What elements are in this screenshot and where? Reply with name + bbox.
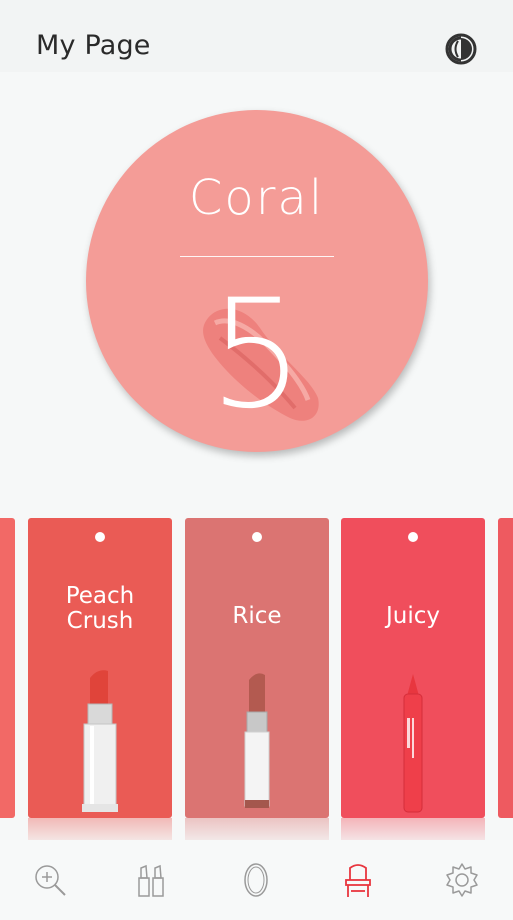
mirror-icon[interactable] <box>236 860 276 900</box>
card-edge-left[interactable] <box>0 518 15 818</box>
search-plus-icon[interactable] <box>30 860 70 900</box>
shade-number: 5 <box>208 268 305 442</box>
lipstick-card-rice[interactable]: Rice <box>185 518 329 850</box>
page-title: My Page <box>36 30 151 61</box>
shade-name: Coral <box>188 170 325 226</box>
card-edge-right[interactable] <box>498 518 513 818</box>
contrast-icon[interactable] <box>444 32 478 66</box>
lipstick-bullet-image <box>244 673 270 808</box>
lipsticks-icon[interactable] <box>131 860 171 900</box>
circle-divider <box>180 256 334 257</box>
lipstick-bullet-image <box>82 670 118 812</box>
lipstick-crayon-image <box>403 674 423 813</box>
lipstick-card-peach-crush[interactable]: Peach Crush <box>28 518 172 850</box>
lipstick-card-juicy[interactable]: Juicy <box>341 518 485 850</box>
top-bar: My Page <box>0 0 513 72</box>
vanity-icon[interactable] <box>338 860 378 900</box>
settings-icon[interactable] <box>442 860 482 900</box>
